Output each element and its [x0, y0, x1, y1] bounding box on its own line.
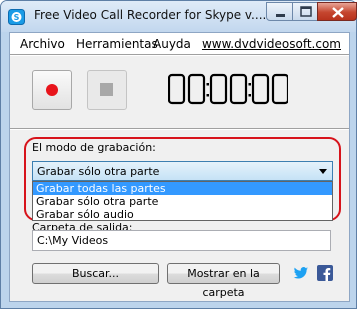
- title-bar[interactable]: S Free Video Call Recorder for Skype v..…: [1, 1, 357, 32]
- website-link[interactable]: www.dvdvideosoft.com: [202, 37, 341, 51]
- recording-mode-select[interactable]: Grabar sólo otra parte: [32, 161, 333, 181]
- close-button[interactable]: [317, 2, 357, 21]
- menu-bar: Archivo Herramientas Auyda www.dvdvideos…: [10, 33, 349, 54]
- menu-archivo[interactable]: Archivo: [20, 37, 65, 51]
- menu-divider: [10, 54, 349, 56]
- timer-digit-2: [187, 73, 206, 105]
- record-button[interactable]: [32, 70, 72, 110]
- menu-herramientas[interactable]: Herramientas: [76, 37, 158, 51]
- show-in-folder-button[interactable]: Mostrar en la carpeta: [167, 263, 280, 299]
- minimize-icon: [276, 14, 285, 17]
- stop-icon: [100, 83, 113, 96]
- recording-mode-value: Grabar sólo otra parte: [37, 165, 160, 178]
- timer-digit-4: [229, 73, 248, 105]
- app-window: S Free Video Call Recorder for Skype v..…: [0, 0, 357, 309]
- timer-digit-1: [168, 73, 186, 105]
- facebook-icon[interactable]: [317, 265, 333, 281]
- recording-mode-label: El modo de grabación:: [32, 141, 156, 154]
- twitter-icon[interactable]: [293, 265, 309, 281]
- timer-display: [168, 73, 288, 105]
- timer-digit-6: [271, 73, 288, 105]
- dropdown-option-all[interactable]: Grabar todas las partes: [33, 182, 332, 195]
- close-icon: [332, 7, 344, 18]
- maximize-button[interactable]: [292, 2, 318, 21]
- dropdown-option-audio[interactable]: Grabar sólo audio: [33, 208, 332, 221]
- output-folder-field[interactable]: C:\My Videos: [32, 230, 331, 251]
- timer-digit-3: [209, 73, 228, 105]
- timer-digit-5: [251, 73, 270, 105]
- browse-button[interactable]: Buscar...: [32, 263, 159, 284]
- skype-app-icon: S: [8, 9, 25, 25]
- window-title: Free Video Call Recorder for Skype v....: [34, 8, 267, 22]
- minimize-button[interactable]: [266, 2, 293, 21]
- main-client-area: Archivo Herramientas Auyda www.dvdvideos…: [9, 32, 350, 302]
- section-divider: [10, 128, 349, 130]
- maximize-icon: [300, 6, 312, 17]
- svg-text:S: S: [14, 13, 20, 22]
- dropdown-option-other[interactable]: Grabar sólo otra parte: [33, 195, 332, 208]
- recording-mode-dropdown: Grabar todas las partes Grabar sólo otra…: [32, 181, 333, 221]
- stop-button[interactable]: [87, 70, 127, 110]
- record-icon: [46, 84, 58, 96]
- menu-ayuda[interactable]: Auyda: [153, 37, 191, 51]
- chevron-down-icon[interactable]: [319, 169, 327, 174]
